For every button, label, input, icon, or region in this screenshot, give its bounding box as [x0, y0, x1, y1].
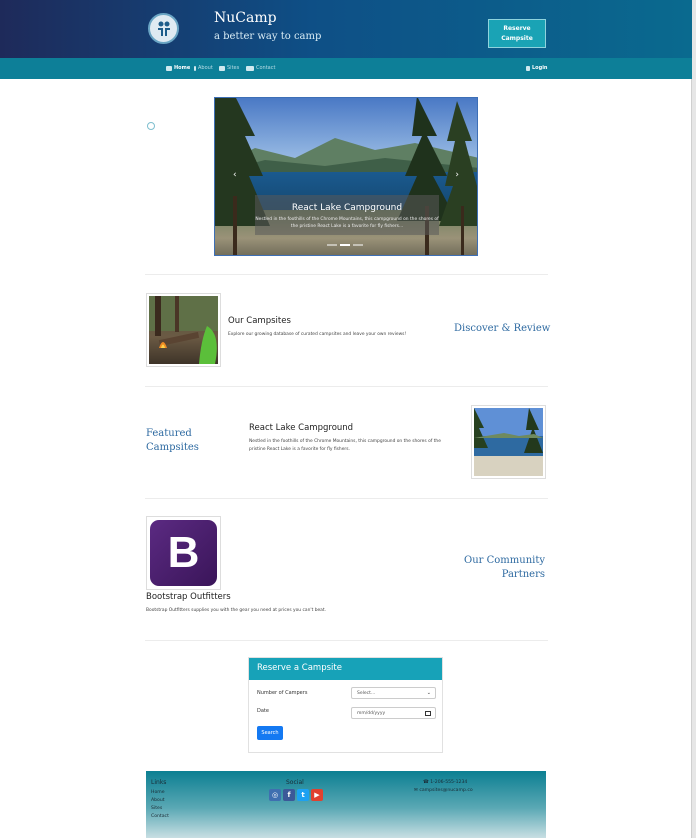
community-heading-line2: Partners	[501, 569, 545, 580]
divider	[145, 640, 548, 641]
instagram-icon[interactable]: ◎	[269, 789, 281, 801]
chevron-down-icon: ⌄	[426, 690, 431, 696]
site-footer: Links Home About Sites Contact Social ◎ …	[146, 771, 546, 838]
nav-item-sites[interactable]: Sites	[219, 65, 239, 71]
carousel-indicator[interactable]	[353, 244, 363, 246]
site-header: NuCamp a better way to camp Reserve Camp…	[0, 0, 692, 58]
phone-text: 1-206-555-1234	[430, 780, 468, 785]
divider	[145, 386, 548, 387]
date-input[interactable]: mm/dd/yyyy	[351, 707, 436, 719]
footer-phone[interactable]: ☎ 1-206-555-1234	[423, 780, 467, 785]
campers-select-value: Select...	[357, 691, 376, 696]
nav-item-about[interactable]: About	[194, 65, 213, 71]
page: NuCamp a better way to camp Reserve Camp…	[0, 0, 692, 838]
featured-heading-line2: Campsites	[146, 442, 199, 453]
date-placeholder: mm/dd/yyyy	[357, 711, 386, 716]
brand-tagline: a better way to camp	[214, 31, 322, 42]
nucamp-logo[interactable]	[148, 13, 179, 44]
carousel-caption-text: Nestled in the foothills of the Chrome M…	[255, 217, 439, 229]
footer-links-heading: Links	[151, 779, 167, 786]
info-icon	[194, 65, 196, 71]
lake-scene	[474, 408, 543, 476]
reserve-campsite-button[interactable]: Reserve Campsite	[488, 19, 546, 48]
window-edge	[692, 0, 696, 838]
image-carousel[interactable]: React Lake Campground Nestled in the foo…	[214, 97, 478, 256]
footer-social-heading: Social	[286, 779, 304, 786]
campfire-scene	[149, 296, 218, 364]
date-label: Date	[257, 708, 269, 714]
facebook-icon[interactable]: f	[283, 789, 295, 801]
footer-link-home[interactable]: Home	[151, 790, 165, 795]
nav-item-label: Contact	[256, 65, 276, 71]
reserve-form-heading: Reserve a Campsite	[249, 658, 442, 680]
bootstrap-logo: B	[146, 516, 221, 590]
footer-email[interactable]: ✉ campsites@nucamp.co	[414, 788, 473, 793]
carousel-caption: React Lake Campground Nestled in the foo…	[255, 195, 439, 235]
footer-link-about[interactable]: About	[151, 798, 165, 803]
search-button[interactable]: Search	[257, 726, 283, 740]
featured-title: React Lake Campground	[249, 423, 354, 433]
campsites-title: Our Campsites	[228, 316, 291, 326]
divider	[145, 498, 548, 499]
social-icons: ◎ f t ▶	[269, 789, 323, 801]
footer-link-contact[interactable]: Contact	[151, 814, 169, 819]
youtube-icon[interactable]: ▶	[311, 789, 323, 801]
featured-text-line1: Nestled in the foothills of the Chrome M…	[249, 439, 441, 444]
campfire-image	[146, 293, 221, 367]
carousel-indicator[interactable]	[327, 244, 337, 246]
partner-title: Bootstrap Outfitters	[146, 592, 231, 602]
twitter-icon[interactable]: t	[297, 789, 309, 801]
nav-item-contact[interactable]: Contact	[246, 65, 275, 71]
nav-item-home[interactable]: Home	[166, 65, 190, 71]
featured-heading-line1: Featured	[146, 428, 192, 439]
sign-in-icon	[526, 65, 530, 71]
nav-item-label: Home	[174, 65, 191, 71]
campsites-text: Explore our growing database of curated …	[228, 332, 407, 337]
nav-brand-icon[interactable]	[147, 122, 155, 130]
reserve-form-card: Reserve a Campsite Number of Campers Sel…	[248, 657, 443, 753]
featured-text-line2: pristine React Lake is a favorite for fl…	[249, 447, 350, 452]
divider	[145, 274, 548, 275]
login-link[interactable]: Login	[526, 65, 547, 71]
email-text: campsites@nucamp.co	[419, 788, 473, 793]
community-heading-line1: Our Community	[464, 555, 545, 566]
calendar-icon[interactable]	[425, 711, 431, 716]
carousel-prev-icon[interactable]: ‹	[233, 170, 237, 180]
navbar: Home About Sites Contact Login	[0, 58, 692, 130]
campers-label: Number of Campers	[257, 690, 308, 696]
footer-link-sites[interactable]: Sites	[151, 806, 162, 811]
bootstrap-logo-letter: B	[150, 520, 217, 586]
carousel-indicators	[327, 244, 363, 246]
carousel-indicator[interactable]	[340, 244, 350, 246]
home-icon	[166, 65, 172, 71]
address-card-icon	[246, 65, 254, 71]
partner-text: Bootstrap Outfitters supplies you with t…	[146, 608, 326, 613]
carousel-caption-title: React Lake Campground	[291, 203, 403, 213]
nav-item-label: Sites	[227, 65, 240, 71]
campers-select[interactable]: Select... ⌄	[351, 687, 436, 699]
brand-name: NuCamp	[214, 10, 277, 26]
discover-review-heading: Discover & Review	[454, 323, 551, 334]
login-label: Login	[532, 65, 548, 71]
nav-item-label: About	[198, 65, 213, 71]
featured-lake-image	[471, 405, 546, 479]
list-icon	[219, 65, 225, 71]
carousel-next-icon[interactable]: ›	[455, 170, 459, 180]
logo-figures-icon	[157, 21, 170, 36]
